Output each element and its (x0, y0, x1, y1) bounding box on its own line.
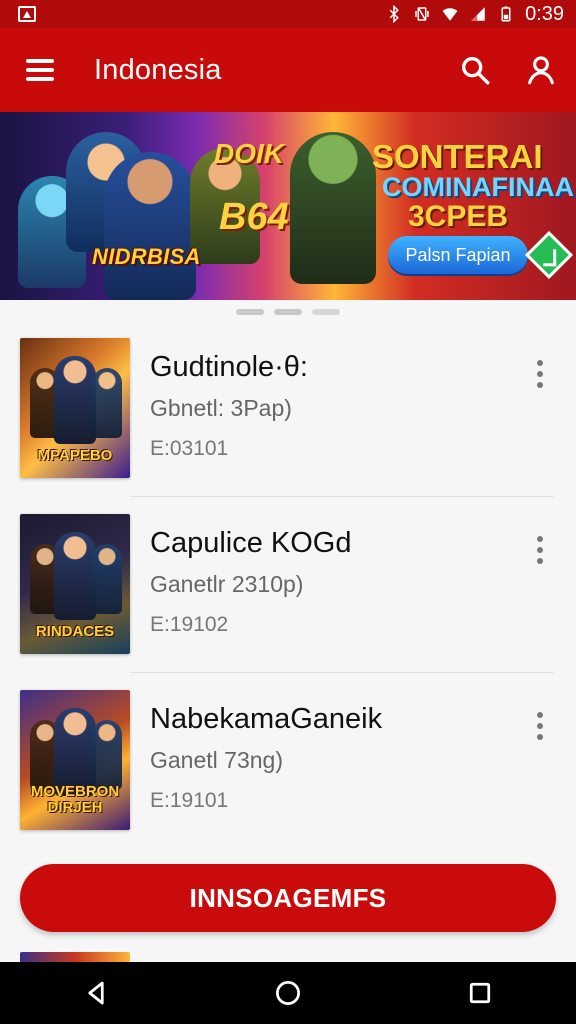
list-item-meta: E:19102 (150, 613, 229, 636)
system-navigation-bar (0, 962, 576, 1024)
game-thumbnail[interactable]: MPAPEBO (20, 338, 130, 478)
carousel-dot[interactable] (312, 309, 340, 315)
page-title: Indonesia (94, 53, 222, 86)
banner-promo-line-1: SONTERAI (372, 138, 543, 175)
next-thumbnail-peek (20, 952, 130, 962)
list-item-subtitle: Gbnetl: 3Pap) (150, 395, 292, 421)
status-icons: 0:39 (385, 3, 564, 26)
notification-icon (18, 6, 36, 22)
wifi-icon (442, 8, 458, 21)
menu-icon[interactable] (26, 59, 54, 81)
list-item-subtitle: Ganetlr 2310p) (150, 571, 304, 597)
more-options-icon[interactable] (536, 536, 544, 564)
banner-cta-button[interactable]: Palsn Fapian (388, 236, 528, 274)
primary-action-button[interactable]: INNSOAGEMFS (20, 864, 556, 932)
list-item-title: NabekamaGaneik (150, 703, 383, 735)
signal-icon (471, 7, 485, 21)
home-icon[interactable] (273, 978, 303, 1008)
carousel-indicator (0, 309, 576, 315)
banner-headline-1: DOIK (214, 138, 284, 169)
list-item-title: Gudtinole·θ: (150, 351, 308, 383)
banner-headline-2: B64 (219, 196, 289, 238)
list-item[interactable]: RINDACES Capulice KOGd Ganetlr 2310p) E:… (0, 496, 576, 672)
carousel-dot[interactable] (236, 309, 264, 315)
list-item-text: Gudtinole·θ: Gbnetl: 3Pap) E:03101 (150, 350, 526, 462)
back-icon[interactable] (81, 978, 111, 1008)
app-bar-actions (458, 53, 558, 87)
list-item[interactable]: MOVEBRON DIRJEH NabekamaGaneik Ganetl 73… (0, 672, 576, 848)
list-item-text: Capulice KOGd Ganetlr 2310p) E:19102 (150, 526, 526, 638)
banner-check-icon[interactable] (524, 230, 574, 280)
banner-promo-line-3: 3CPEB (408, 200, 509, 233)
app-bar: Indonesia (0, 28, 576, 112)
battery-icon (501, 6, 511, 22)
list-item-meta: E:19101 (150, 789, 229, 812)
carousel-dot[interactable] (274, 309, 302, 315)
banner-brand: NIDRBISA (92, 244, 201, 269)
status-time: 0:39 (525, 2, 564, 25)
list-item-title: Capulice KOGd (150, 527, 352, 559)
banner-promo-line-2: COMINAFINAA (382, 172, 574, 202)
account-icon[interactable] (524, 53, 558, 87)
promo-banner[interactable]: NIDRBISA DOIK B64 SONTERAI COMINAFINAA 3… (0, 112, 576, 300)
search-icon[interactable] (458, 53, 492, 87)
thumbnail-caption: MOVEBRON DIRJEH (30, 783, 120, 816)
game-thumbnail[interactable]: RINDACES (20, 514, 130, 654)
thumbnail-caption: RINDACES (35, 623, 115, 640)
more-options-icon[interactable] (536, 360, 544, 388)
list-item[interactable]: MPAPEBO Gudtinole·θ: Gbnetl: 3Pap) E:031… (0, 320, 576, 496)
game-thumbnail[interactable]: MOVEBRON DIRJEH (20, 690, 130, 830)
banner-text-layer: NIDRBISA DOIK B64 SONTERAI COMINAFINAA 3… (0, 112, 576, 300)
recents-icon[interactable] (465, 978, 495, 1008)
more-options-icon[interactable] (536, 712, 544, 740)
list-item-text: NabekamaGaneik Ganetl 73ng) E:19101 (150, 702, 526, 814)
bluetooth-icon (389, 5, 399, 23)
status-bar: 0:39 (0, 0, 576, 28)
game-list: MPAPEBO Gudtinole·θ: Gbnetl: 3Pap) E:031… (0, 320, 576, 848)
list-item-meta: E:03101 (150, 437, 229, 460)
list-item-subtitle: Ganetl 73ng) (150, 747, 283, 773)
thumbnail-caption: MPAPEBO (37, 447, 113, 464)
vibrate-icon (415, 7, 429, 21)
